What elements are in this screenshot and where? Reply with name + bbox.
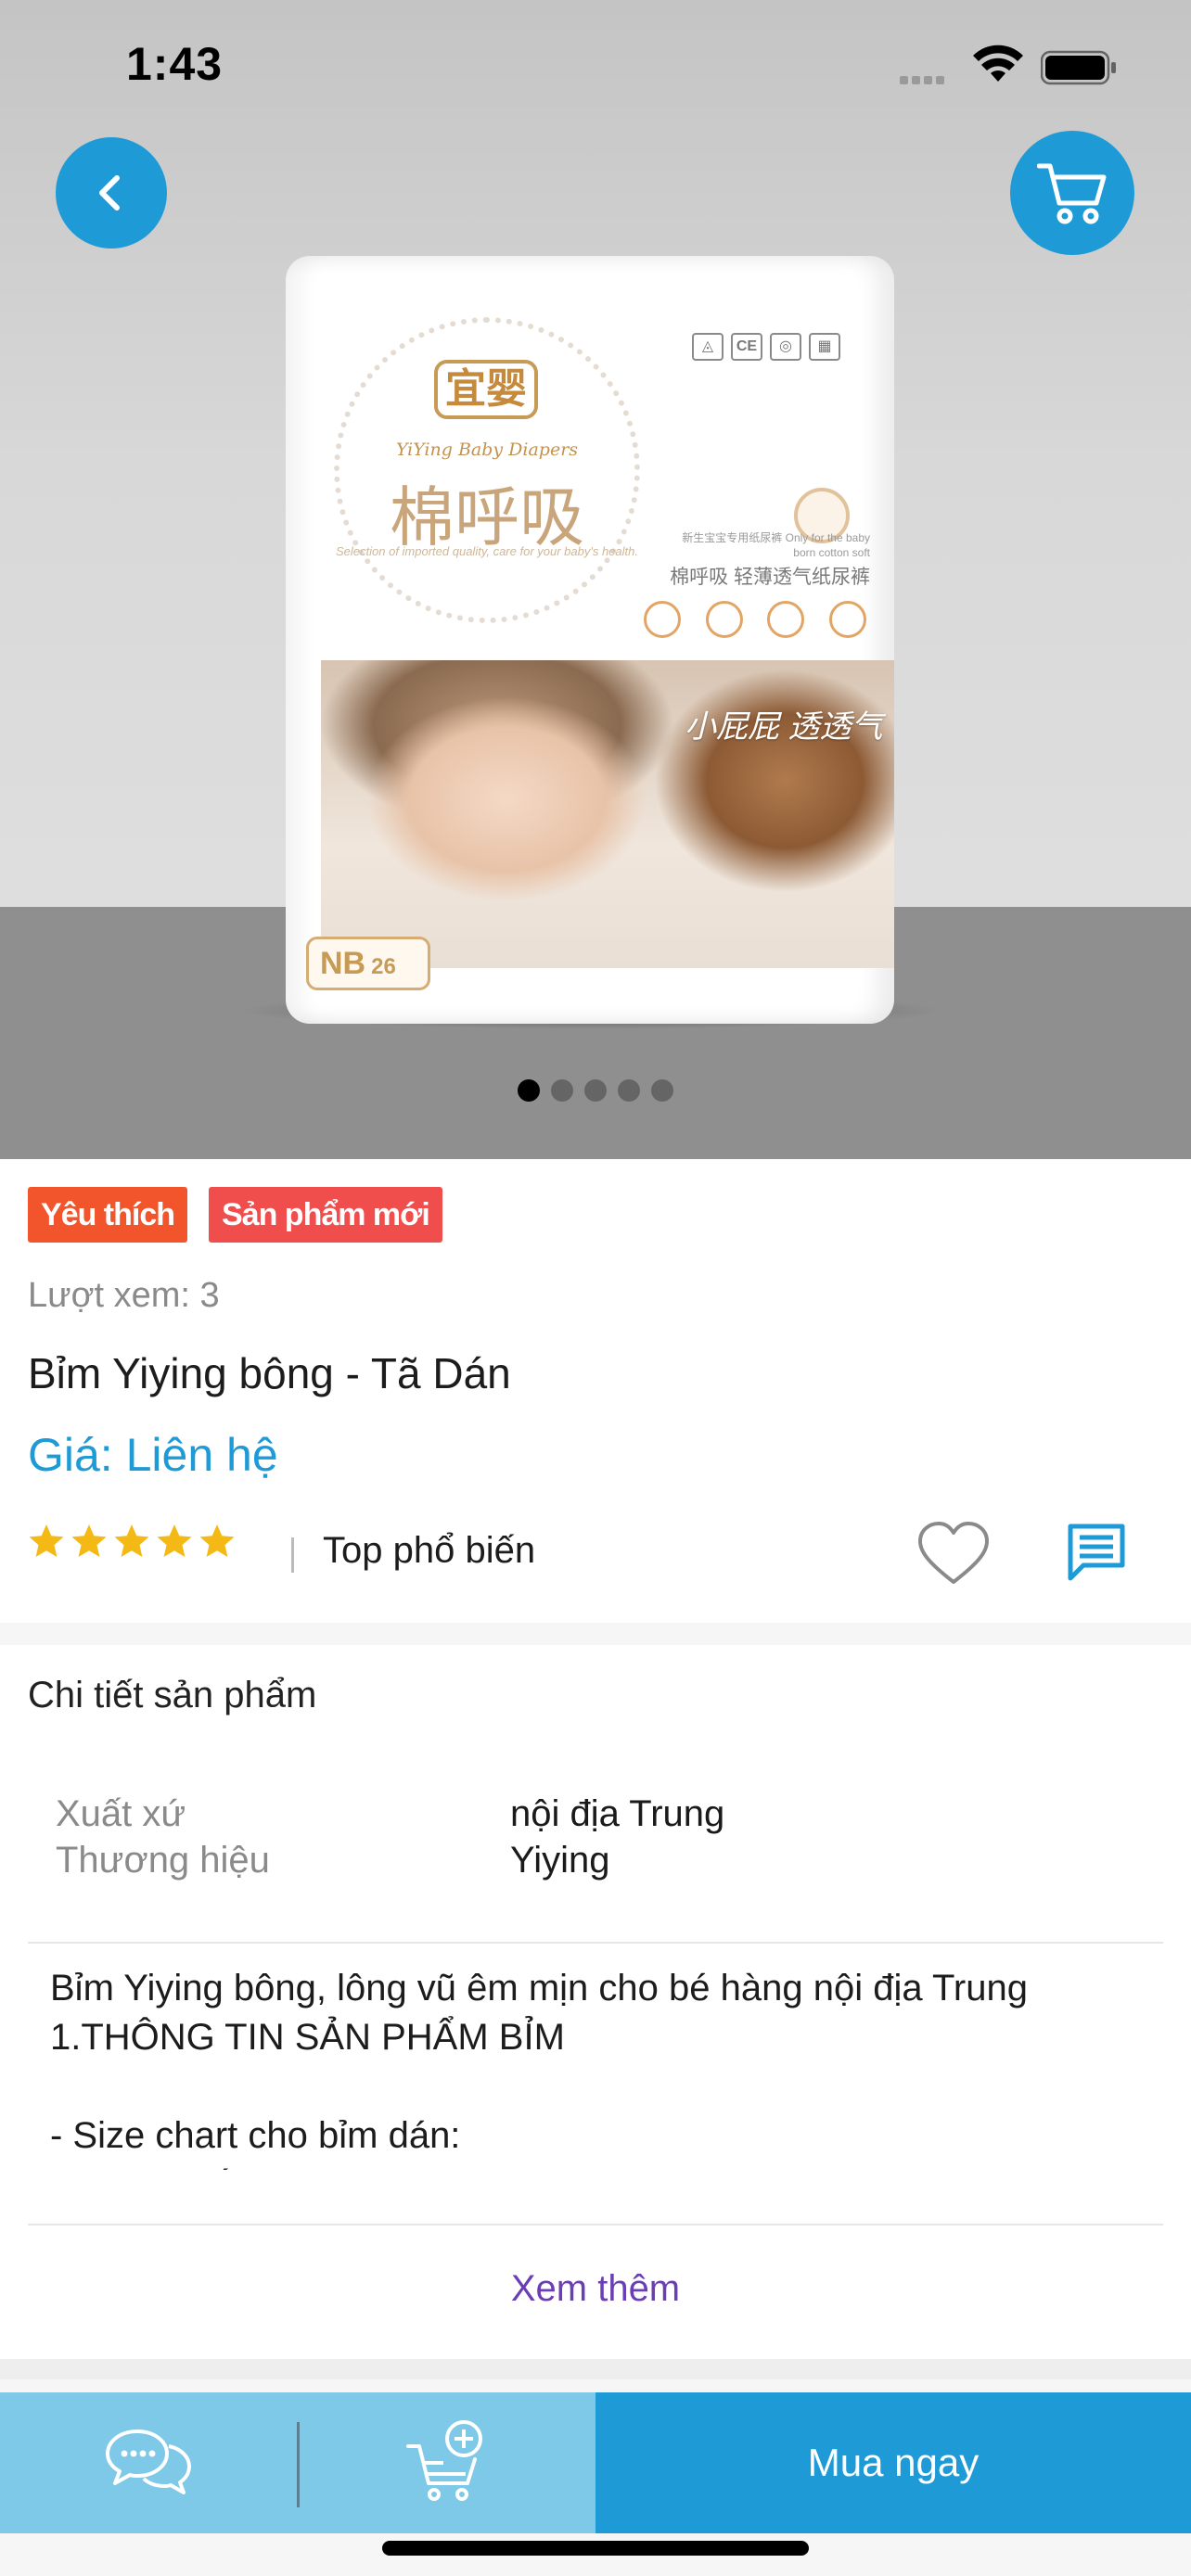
feature-icon	[644, 601, 681, 638]
size-badge: NB 26	[306, 937, 430, 990]
message-icon[interactable]	[1067, 1523, 1126, 1584]
divider	[28, 2224, 1163, 2225]
bottom-action-bar: Mua ngay	[0, 2392, 1191, 2533]
chevron-left-icon	[99, 175, 120, 210]
status-bar: 1:43	[0, 0, 1191, 130]
photo-caption: 小屁屁 透透气	[685, 709, 883, 745]
see-more-link[interactable]: Xem thêm	[0, 2268, 1191, 2310]
ce-mark-icon: CE	[731, 333, 762, 361]
feature-icons	[644, 601, 866, 638]
attribute-value: nội địa Trung	[510, 1793, 725, 1834]
brand-logo: 宜婴	[434, 360, 538, 419]
cert-mark-icon: ◬	[692, 333, 724, 361]
cert-seal-icon: ◎	[770, 333, 801, 361]
status-time: 1:43	[126, 38, 224, 90]
attribute-value: Yiying	[510, 1840, 610, 1881]
favorite-badge: Yêu thích	[28, 1187, 188, 1243]
star-icon	[71, 1524, 107, 1557]
product-title: Bỉm Yiying bông - Tã Dán	[28, 1349, 511, 1397]
star-icon	[199, 1524, 235, 1557]
rating-divider	[291, 1537, 294, 1573]
certification-marks: ◬ CE ◎ ▦	[692, 328, 848, 365]
package-subtitle-small: 新生宝宝专用纸尿裤 Only for the baby born cotton …	[682, 531, 870, 559]
diaper-package-image: 宜婴 YiYing Baby Diapers 棉呼吸 Selection of …	[286, 256, 894, 1024]
carousel-dot[interactable]	[518, 1079, 540, 1102]
product-price: Giá: Liên hệ	[28, 1429, 278, 1481]
feature-icon	[767, 601, 805, 638]
star-icon	[114, 1524, 149, 1557]
product-description: Bỉm Yiying bông, lông vũ êm mịn cho bé h…	[50, 1964, 1163, 2170]
qr-icon: ▦	[809, 333, 840, 361]
chat-bubbles-icon[interactable]	[104, 2426, 193, 2498]
carousel-dot[interactable]	[618, 1079, 640, 1102]
battery-icon	[1041, 50, 1116, 85]
feature-icon	[828, 601, 866, 638]
size-count: 26	[371, 954, 396, 979]
description-line: S = 72 miếng .4-8kg	[50, 2161, 1163, 2170]
home-indicator	[382, 2541, 809, 2556]
divider	[28, 1942, 1163, 1944]
back-button[interactable]	[56, 137, 167, 249]
star-icon	[157, 1524, 192, 1557]
cart-plus-icon[interactable]	[406, 2418, 486, 2504]
star-rating	[28, 1523, 236, 1560]
feature-icon	[705, 601, 743, 638]
product-info-section: Yêu thích Sản phẩm mới Lượt xem: 3 Bỉm Y…	[0, 1159, 1191, 1623]
buy-now-button[interactable]: Mua ngay	[596, 2392, 1191, 2533]
details-title: Chi tiết sản phẩm	[28, 1675, 317, 1715]
star-icon	[29, 1524, 64, 1557]
attribute-key: Thương hiệu	[56, 1840, 270, 1881]
wifi-icon	[973, 45, 1023, 82]
carousel-dot[interactable]	[584, 1079, 607, 1102]
popularity-label: Top phổ biến	[323, 1530, 536, 1571]
cart-icon	[1037, 163, 1107, 224]
description-line: Bỉm Yiying bông, lông vũ êm mịn cho bé h…	[50, 1968, 1028, 2009]
cart-button[interactable]	[1010, 131, 1134, 255]
description-line: - Size chart cho bỉm dán:	[50, 2115, 461, 2156]
package-subtitle: 棉呼吸 轻薄透气纸尿裤	[670, 567, 870, 588]
bottom-bar-divider	[297, 2422, 300, 2507]
package-tagline: Selection of imported quality, care for …	[336, 544, 638, 558]
view-count: Lượt xem: 3	[28, 1276, 220, 1315]
new-product-badge: Sản phẩm mới	[209, 1187, 442, 1243]
carousel-pagination[interactable]	[0, 1079, 1191, 1102]
section-gap	[0, 2359, 1191, 2379]
product-image-carousel[interactable]: 1:43 宜婴 YiYing Baby Diapers 棉呼吸 Selectio…	[0, 0, 1191, 1159]
description-line	[50, 2062, 1163, 2111]
carousel-dot[interactable]	[651, 1079, 673, 1102]
brand-english-name: YiYing Baby Diapers	[395, 440, 579, 460]
cellular-signal-icon	[900, 72, 948, 89]
product-details-section: Chi tiết sản phẩm Xuất xứ nội địa Trung …	[0, 1645, 1191, 2359]
description-line: 1.THÔNG TIN SẢN PHẨM BỈM	[50, 2017, 565, 2058]
attribute-key: Xuất xứ	[56, 1793, 186, 1834]
heart-icon[interactable]	[916, 1521, 991, 1588]
carousel-dot[interactable]	[551, 1079, 573, 1102]
bottom-bar-left	[0, 2392, 596, 2533]
size-label: NB	[320, 946, 366, 981]
